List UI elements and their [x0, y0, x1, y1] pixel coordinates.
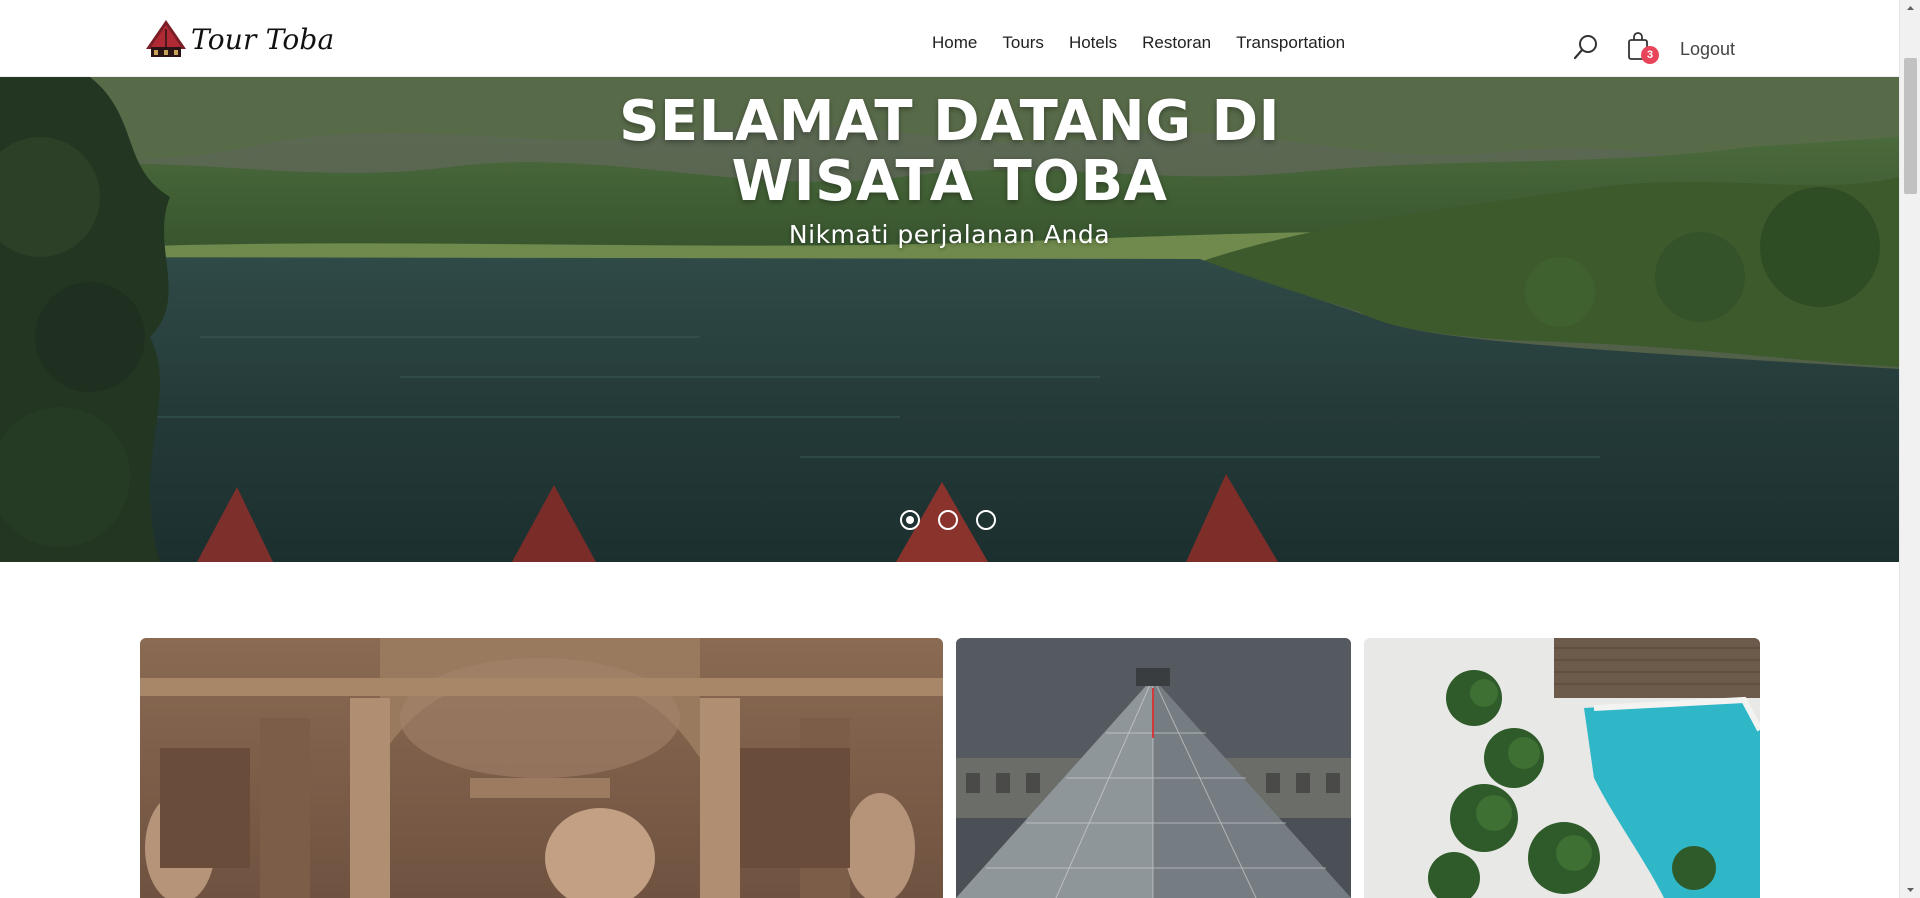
page-scrollbar[interactable]	[1899, 0, 1920, 898]
hero-carousel: SELAMAT DATANG DI WISATA TOBA Nikmati pe…	[0, 77, 1899, 562]
search-button[interactable]	[1572, 33, 1600, 61]
hero-title: SELAMAT DATANG DI WISATA TOBA	[0, 92, 1899, 212]
scroll-up-arrow-icon[interactable]	[1900, 0, 1920, 17]
brand-name: Tour Toba	[191, 22, 335, 56]
fountain-sculpture-card[interactable]	[140, 638, 943, 898]
site-header: Tour Toba Home Tours Hotels Restoran Tra…	[0, 0, 1899, 77]
nav-transportation[interactable]: Transportation	[1236, 33, 1345, 53]
nav-tours[interactable]: Tours	[1002, 33, 1044, 53]
toba-house-icon	[146, 20, 186, 57]
brand-logo[interactable]: Tour Toba	[145, 18, 334, 60]
page: Tour Toba Home Tours Hotels Restoran Tra…	[0, 0, 1920, 898]
nav-hotels[interactable]: Hotels	[1069, 33, 1117, 53]
nav-restoran[interactable]: Restoran	[1142, 33, 1211, 53]
hero-title-line2: WISATA TOBA	[731, 149, 1168, 214]
glass-pyramid-card[interactable]	[956, 638, 1351, 898]
resort-pool-card[interactable]	[1364, 638, 1760, 898]
carousel-dot-1[interactable]	[900, 510, 920, 530]
glass-pyramid-image	[956, 638, 1351, 898]
cart-button[interactable]: 3	[1626, 32, 1659, 68]
scroll-down-arrow-icon[interactable]	[1900, 881, 1920, 898]
fountain-sculpture-image	[140, 638, 943, 898]
carousel-dot-2[interactable]	[938, 510, 958, 530]
hero-title-line1: SELAMAT DATANG DI	[619, 89, 1280, 154]
search-icon	[1573, 35, 1597, 60]
nav-home[interactable]: Home	[932, 33, 977, 53]
cart-count-badge: 3	[1641, 46, 1659, 64]
scrollbar-thumb[interactable]	[1904, 58, 1917, 194]
carousel-indicators	[900, 510, 996, 530]
main-nav: Home Tours Hotels Restoran Transportatio…	[932, 33, 1370, 53]
carousel-dot-3[interactable]	[976, 510, 996, 530]
hero-subtitle: Nikmati perjalanan Anda	[788, 220, 1111, 249]
logout-link[interactable]: Logout	[1680, 39, 1735, 60]
resort-pool-image	[1364, 638, 1760, 898]
